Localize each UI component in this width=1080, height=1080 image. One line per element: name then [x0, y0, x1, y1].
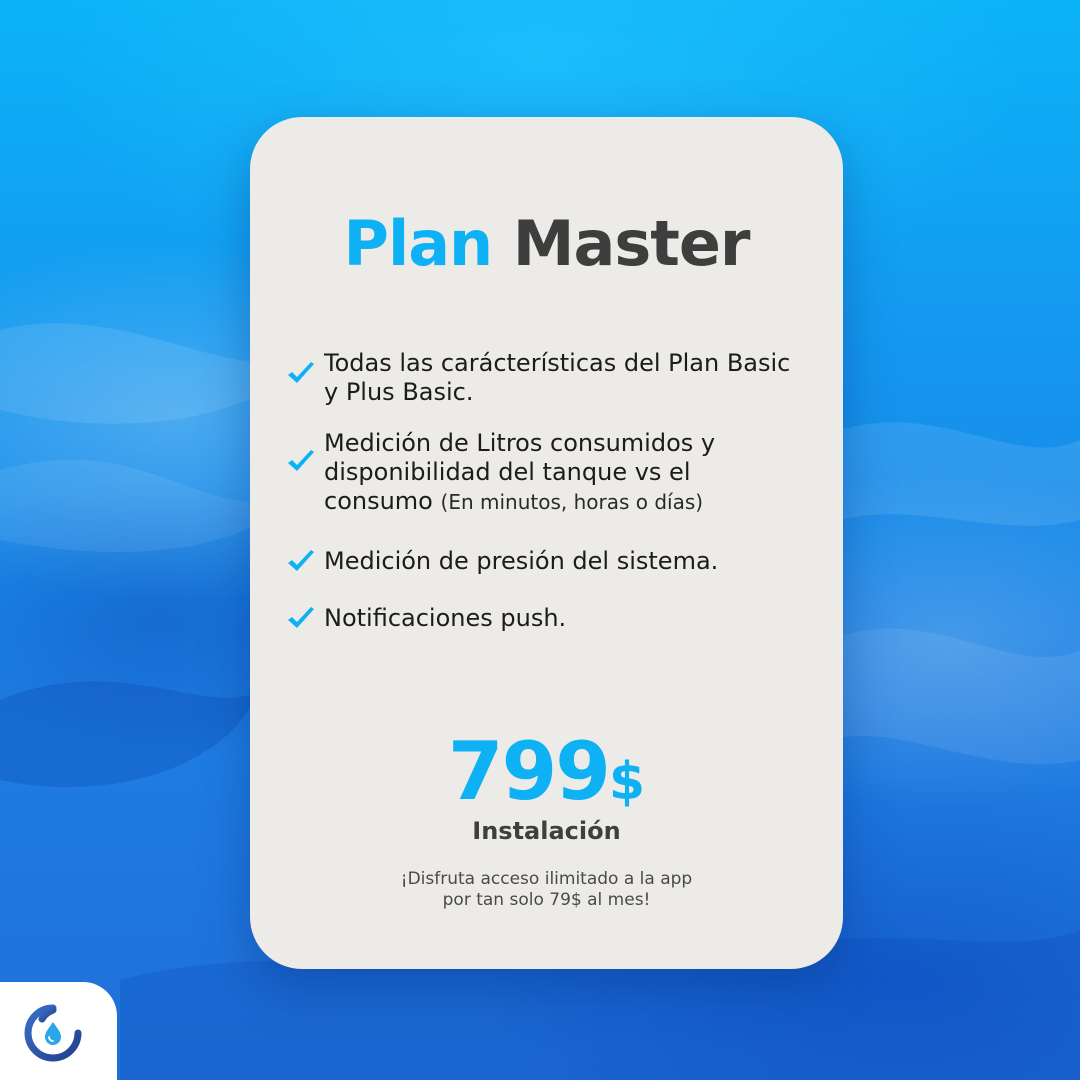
check-icon — [288, 607, 314, 628]
feature-text: Medición de Litros consumidos y disponib… — [324, 429, 806, 517]
promo-line: ¡Disfruta acceso ilimitado a la app — [400, 869, 693, 889]
feature-item: Notificaciones push. — [286, 604, 806, 633]
feature-text: Todas las carácterísticas del Plan Basic… — [324, 349, 791, 406]
plan-title: Plan Master — [250, 209, 843, 279]
price-currency: $ — [608, 752, 646, 812]
check-icon — [288, 362, 314, 383]
feature-note: (En minutos, horas o días) — [440, 490, 704, 514]
check-icon — [288, 450, 314, 471]
feature-text: Medición de presión del sistema. — [324, 547, 719, 575]
feature-text: Notificaciones push. — [324, 604, 567, 632]
check-icon — [288, 550, 314, 571]
plan-card: Plan Master Todas las carácterísticas de… — [250, 117, 843, 969]
water-drop-logo-icon — [24, 1004, 82, 1062]
feature-item: Todas las carácterísticas del Plan Basic… — [286, 349, 806, 407]
price-amount: 799 — [447, 725, 611, 818]
feature-item: Medición de Litros consumidos y disponib… — [286, 429, 806, 517]
brand-logo — [0, 982, 117, 1080]
promo-line: por tan solo 79$ al mes! — [442, 890, 651, 910]
plan-title-name: Master — [512, 207, 751, 280]
plan-title-accent: Plan — [343, 207, 494, 280]
feature-list: Todas las carácterísticas del Plan Basic… — [286, 349, 806, 633]
promo-text: ¡Disfruta acceso ilimitado a la app por … — [330, 869, 763, 911]
feature-item: Medición de presión del sistema. — [286, 547, 806, 576]
price-label: Instalación — [472, 817, 621, 845]
